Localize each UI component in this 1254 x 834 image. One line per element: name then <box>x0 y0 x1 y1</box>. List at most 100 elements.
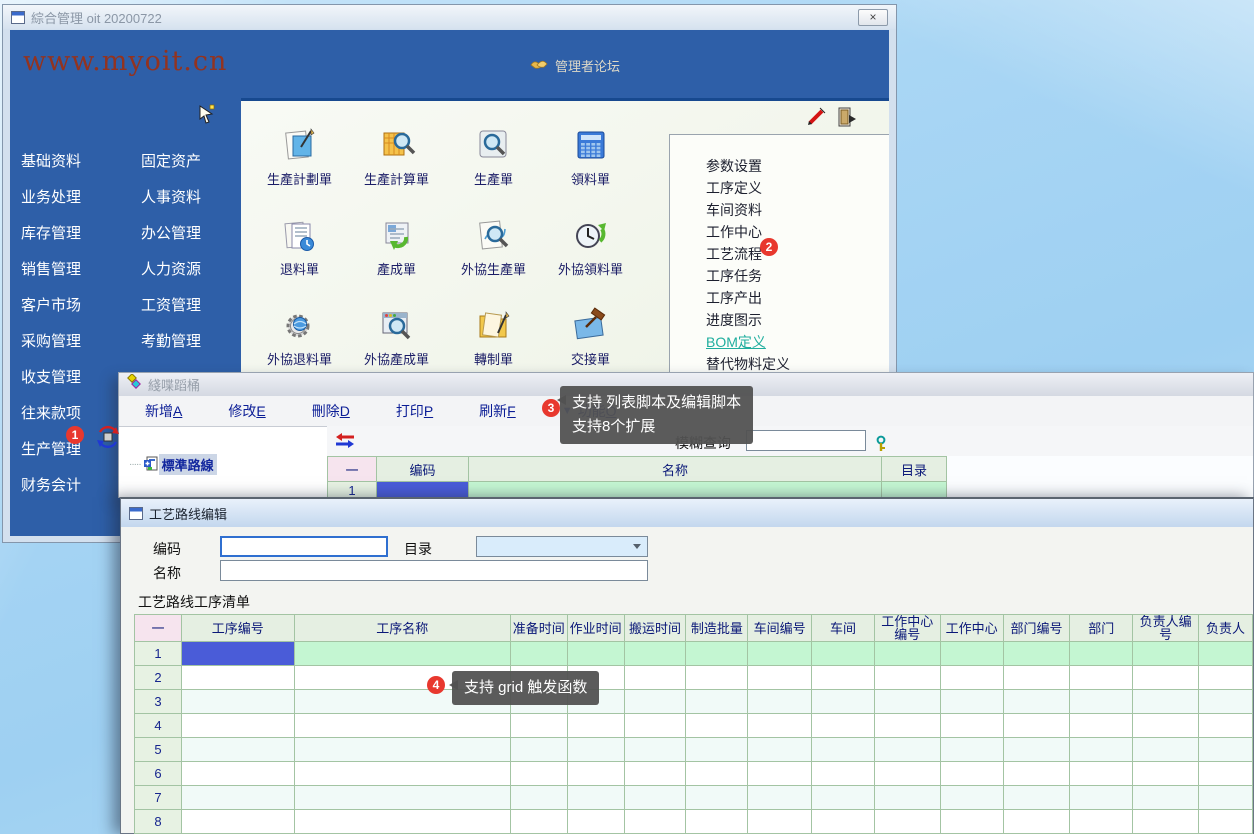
grid-cell[interactable] <box>874 786 940 810</box>
grid-cell[interactable] <box>686 642 748 666</box>
grid-cell[interactable] <box>624 762 686 786</box>
grid-cell[interactable] <box>874 738 940 762</box>
grid-cell[interactable] <box>812 690 875 714</box>
grid-cell[interactable] <box>624 714 686 738</box>
grid-cell[interactable] <box>294 714 510 738</box>
grid-cell[interactable] <box>812 786 875 810</box>
grid-cell[interactable] <box>181 666 294 690</box>
dir-combobox[interactable] <box>476 536 648 557</box>
grid-cell[interactable] <box>940 786 1003 810</box>
tile-5[interactable]: 產成單 <box>348 211 445 301</box>
grid-cell[interactable] <box>1133 666 1199 690</box>
grid-cell[interactable] <box>624 690 686 714</box>
panel-item-1[interactable]: 工序定义 <box>706 177 889 199</box>
grid-cell[interactable] <box>748 642 812 666</box>
grid-cell[interactable] <box>1133 690 1199 714</box>
grid-cell[interactable] <box>748 738 812 762</box>
tile-6[interactable]: 外協生產單 <box>445 211 542 301</box>
sidebar-item-4[interactable]: 客户市场 <box>13 286 89 322</box>
grid-cell[interactable] <box>812 810 875 834</box>
toolbar-button-1[interactable]: 修改E <box>228 401 265 421</box>
grid-cell[interactable] <box>567 714 624 738</box>
grid-cell[interactable] <box>181 714 294 738</box>
grid-cell[interactable] <box>686 666 748 690</box>
panel-item-6[interactable]: 工序产出 <box>706 287 889 309</box>
grid-cell[interactable] <box>510 810 567 834</box>
key-icon[interactable] <box>874 435 888 458</box>
grid-cell[interactable] <box>181 738 294 762</box>
toolbar-button-2[interactable]: 刪除D <box>312 401 350 421</box>
grid-cell[interactable] <box>624 642 686 666</box>
grid-cell[interactable] <box>748 690 812 714</box>
panel-item-0[interactable]: 参数设置 <box>706 155 889 177</box>
grid-cell[interactable] <box>940 714 1003 738</box>
grid-cell[interactable] <box>874 690 940 714</box>
grid-cell[interactable] <box>181 762 294 786</box>
grid-cell[interactable] <box>624 810 686 834</box>
grid-cell[interactable] <box>686 786 748 810</box>
grid-cell[interactable] <box>624 738 686 762</box>
sidebar-item-5[interactable]: 考勤管理 <box>133 322 209 358</box>
panel-item-7[interactable]: 进度图示 <box>706 309 889 331</box>
grid-cell[interactable] <box>567 642 624 666</box>
grid-cell[interactable] <box>1199 762 1253 786</box>
grid-cell[interactable] <box>1199 642 1253 666</box>
grid-cell[interactable] <box>882 482 947 499</box>
grid-cell[interactable] <box>940 666 1003 690</box>
name-input[interactable] <box>220 560 648 581</box>
sidebar-item-1[interactable]: 业务处理 <box>13 178 89 214</box>
grid-cell[interactable] <box>181 810 294 834</box>
panel-item-4[interactable]: 工艺流程 <box>706 243 889 265</box>
grid-cell[interactable] <box>1133 642 1199 666</box>
grid-cell[interactable] <box>940 810 1003 834</box>
grid-cell[interactable] <box>686 714 748 738</box>
grid-cell[interactable] <box>1003 762 1070 786</box>
grid-cell[interactable] <box>510 642 567 666</box>
tile-3[interactable]: 領料單 <box>542 121 639 211</box>
grid-cell[interactable] <box>1133 714 1199 738</box>
grid-cell[interactable] <box>469 482 882 499</box>
grid-cell[interactable] <box>510 714 567 738</box>
fuzzy-search-input[interactable] <box>746 430 866 451</box>
grid-cell[interactable] <box>1070 738 1133 762</box>
grid-cell[interactable] <box>812 762 875 786</box>
tile-1[interactable]: 生產計算單 <box>348 121 445 211</box>
grid-cell[interactable] <box>812 642 875 666</box>
grid-cell[interactable] <box>940 762 1003 786</box>
sidebar-item-2[interactable]: 办公管理 <box>133 214 209 250</box>
panel-item-5[interactable]: 工序任务 <box>706 265 889 287</box>
grid-cell[interactable] <box>294 642 510 666</box>
grid-cell[interactable] <box>181 786 294 810</box>
toolbar-button-4[interactable]: 刷新F <box>479 401 516 421</box>
sidebar-item-5[interactable]: 采购管理 <box>13 322 89 358</box>
grid-cell[interactable] <box>1003 786 1070 810</box>
grid-cell[interactable] <box>748 810 812 834</box>
grid-cell[interactable] <box>294 810 510 834</box>
close-button[interactable]: × <box>858 9 888 26</box>
grid-cell[interactable] <box>624 666 686 690</box>
grid-cell[interactable] <box>377 482 469 499</box>
grid-cell[interactable] <box>1070 762 1133 786</box>
grid-cell[interactable] <box>940 690 1003 714</box>
grid-cell[interactable] <box>1003 666 1070 690</box>
grid-cell[interactable] <box>567 762 624 786</box>
tile-2[interactable]: 生產單 <box>445 121 542 211</box>
grid-cell[interactable] <box>874 762 940 786</box>
grid-cell[interactable] <box>1199 666 1253 690</box>
grid-cell[interactable] <box>748 714 812 738</box>
sidebar-item-4[interactable]: 工资管理 <box>133 286 209 322</box>
grid-cell[interactable] <box>686 762 748 786</box>
sidebar-item-3[interactable]: 人力资源 <box>133 250 209 286</box>
grid-cell[interactable] <box>567 738 624 762</box>
tile-4[interactable]: 退料單 <box>251 211 348 301</box>
panel-item-2[interactable]: 车间资料 <box>706 199 889 221</box>
tree-item-standard-route[interactable]: ····· 標準路線 <box>129 454 217 475</box>
panel-item-8[interactable]: BOM定义 <box>706 331 889 353</box>
grid-cell[interactable] <box>686 690 748 714</box>
grid-cell[interactable] <box>1133 786 1199 810</box>
grid-cell[interactable] <box>1070 642 1133 666</box>
grid-cell[interactable] <box>1070 810 1133 834</box>
grid-cell[interactable] <box>940 642 1003 666</box>
grid-cell[interactable] <box>1199 714 1253 738</box>
grid-cell[interactable] <box>1070 690 1133 714</box>
